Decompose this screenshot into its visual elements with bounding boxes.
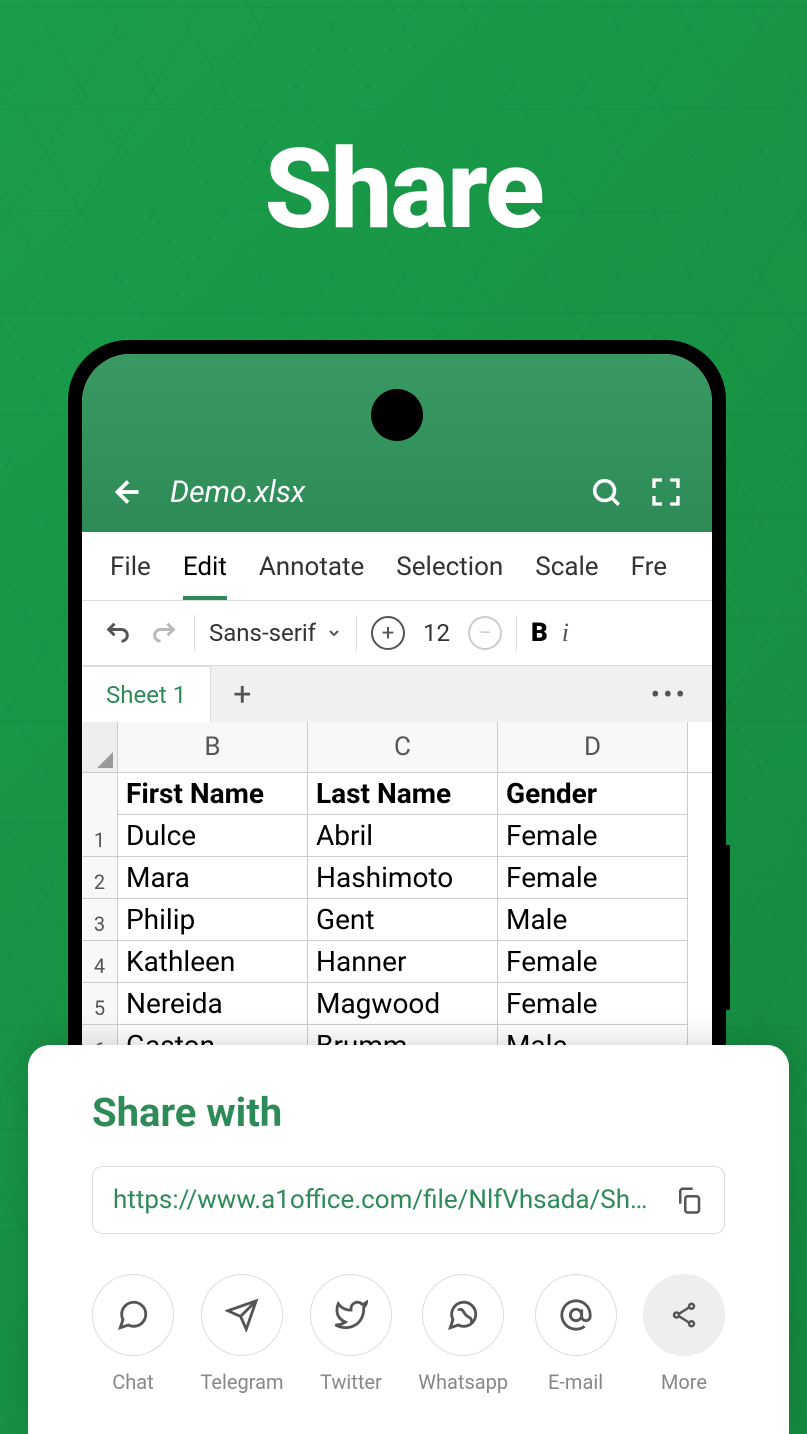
row-number[interactable]: 5 xyxy=(82,983,118,1025)
fullscreen-icon[interactable] xyxy=(648,474,684,510)
more-options-icon[interactable]: ••• xyxy=(627,678,712,711)
page-title: Share xyxy=(0,125,807,254)
bold-button[interactable]: B xyxy=(531,618,548,648)
share-label: Telegram xyxy=(200,1370,283,1394)
email-icon xyxy=(535,1274,617,1356)
cell[interactable]: Abril xyxy=(308,815,498,857)
cell[interactable]: Female xyxy=(498,815,688,857)
cell[interactable]: Philip xyxy=(118,899,308,941)
italic-button[interactable]: i xyxy=(562,618,569,648)
cell[interactable]: Hanner xyxy=(308,941,498,983)
copy-icon[interactable] xyxy=(674,1185,704,1215)
cell[interactable]: Gent xyxy=(308,899,498,941)
row-number[interactable]: 2 xyxy=(82,857,118,899)
cell[interactable]: Mara xyxy=(118,857,308,899)
sheet-tab-1[interactable]: Sheet 1 xyxy=(82,666,211,723)
tab-file[interactable]: File xyxy=(110,552,151,600)
row-number[interactable]: 3 xyxy=(82,899,118,941)
tab-annotate[interactable]: Annotate xyxy=(259,552,364,600)
share-panel-title: Share with xyxy=(92,1089,725,1136)
share-option-more[interactable]: More xyxy=(643,1274,725,1394)
tab-freeze[interactable]: Fre xyxy=(631,552,667,600)
select-all-corner[interactable] xyxy=(82,722,118,772)
back-arrow-icon[interactable] xyxy=(110,474,146,510)
decrease-font-icon[interactable]: − xyxy=(468,616,502,650)
tab-selection[interactable]: Selection xyxy=(396,552,503,600)
share-option-twitter[interactable]: Twitter xyxy=(310,1274,392,1394)
share-option-email[interactable]: E-mail xyxy=(535,1274,617,1394)
cell[interactable]: Kathleen xyxy=(118,941,308,983)
font-select[interactable]: Sans-serif xyxy=(209,619,342,647)
twitter-icon xyxy=(310,1274,392,1356)
telegram-icon xyxy=(201,1274,283,1356)
share-option-chat[interactable]: Chat xyxy=(92,1274,174,1394)
column-header-d[interactable]: D xyxy=(498,722,688,772)
share-label: Twitter xyxy=(320,1370,382,1394)
row-number[interactable]: 1 xyxy=(82,773,118,857)
cell[interactable]: Female xyxy=(498,941,688,983)
cell[interactable]: Dulce xyxy=(118,815,308,857)
menu-tabs: File Edit Annotate Selection Scale Fre xyxy=(82,532,712,601)
share-options-row: Chat Telegram Twitter Whatsapp E-mail xyxy=(92,1274,725,1394)
sheet-tabs-bar: Sheet 1 + ••• xyxy=(82,666,712,722)
column-header-b[interactable]: B xyxy=(118,722,308,772)
share-option-whatsapp[interactable]: Whatsapp xyxy=(418,1274,508,1394)
cell[interactable]: Male xyxy=(498,899,688,941)
tab-edit[interactable]: Edit xyxy=(183,552,227,600)
share-label: Whatsapp xyxy=(418,1370,508,1394)
cell-header[interactable]: Gender xyxy=(498,773,688,815)
cell[interactable]: Female xyxy=(498,983,688,1025)
cell-header[interactable]: Last Name xyxy=(308,773,498,815)
undo-icon[interactable] xyxy=(102,617,134,649)
cell[interactable]: Female xyxy=(498,857,688,899)
font-size-value: 12 xyxy=(423,619,450,647)
share-label: E-mail xyxy=(548,1370,603,1394)
increase-font-icon[interactable]: + xyxy=(371,616,405,650)
row-number[interactable]: 4 xyxy=(82,941,118,983)
search-icon[interactable] xyxy=(588,474,624,510)
column-header-c[interactable]: C xyxy=(308,722,498,772)
cell[interactable]: Magwood xyxy=(308,983,498,1025)
share-label: More xyxy=(661,1370,707,1394)
tab-scale[interactable]: Scale xyxy=(535,552,598,600)
app-header: Demo.xlsx xyxy=(82,354,712,532)
whatsapp-icon xyxy=(422,1274,504,1356)
redo-icon[interactable] xyxy=(148,617,180,649)
share-panel: Share with https://www.a1office.com/file… xyxy=(28,1045,789,1434)
add-sheet-icon[interactable]: + xyxy=(211,675,273,713)
cell-header[interactable]: First Name xyxy=(118,773,308,815)
share-url-box[interactable]: https://www.a1office.com/file/NlfVhsada/… xyxy=(92,1166,725,1234)
toolbar: Sans-serif + 12 − B i xyxy=(82,601,712,666)
file-name: Demo.xlsx xyxy=(170,475,564,510)
chat-icon xyxy=(92,1274,174,1356)
share-url-text: https://www.a1office.com/file/NlfVhsada/… xyxy=(113,1185,658,1215)
share-option-telegram[interactable]: Telegram xyxy=(200,1274,283,1394)
cell[interactable]: Nereida xyxy=(118,983,308,1025)
cell[interactable]: Hashimoto xyxy=(308,857,498,899)
share-label: Chat xyxy=(112,1370,153,1394)
camera-notch xyxy=(371,389,423,441)
more-icon xyxy=(643,1274,725,1356)
